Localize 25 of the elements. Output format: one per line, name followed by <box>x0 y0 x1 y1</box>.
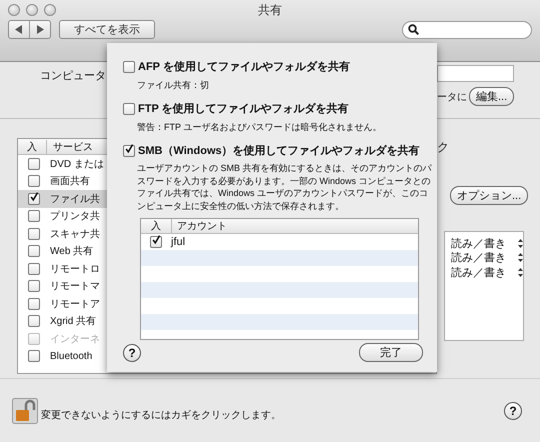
column-header: 入 <box>141 219 172 233</box>
option-description: ユーザアカウントの SMB 共有を有効にするときは、そのアカウントのパスワードを入力する必要があります。一部の Windows コンピュータとのファイル共有では、Windows ユーザのアカウントパスワードが、このコンピュータ上に安全性の低い方法で保存されます。 <box>137 162 433 212</box>
status-text: ク <box>437 139 449 156</box>
service-name: Xgrid 共有 <box>50 314 96 328</box>
option-description: ファイル共有：切 <box>137 79 210 92</box>
account-name: jful <box>171 236 186 248</box>
service-name: スキャナ共 <box>50 228 100 241</box>
service-name: リモートロ <box>50 262 100 276</box>
computer-name-label: コンピュータ <box>40 69 107 84</box>
window-title: 共有 <box>257 2 283 18</box>
column-header: サービス <box>52 140 93 154</box>
service-name: ファイル共 <box>50 192 100 206</box>
address-note-text: ータに <box>437 90 467 104</box>
service-name: プリンタ共 <box>50 210 100 224</box>
service-name: インターネ <box>50 332 100 346</box>
service-name: Bluetooth <box>50 350 92 362</box>
service-name: リモートマ <box>50 280 100 294</box>
column-header: アカウント <box>176 220 227 233</box>
service-name: Web 共有 <box>50 244 94 258</box>
option-description: 警告：FTP ユーザ名およびパスワードは暗号化されません。 <box>137 121 382 134</box>
lock-hint-text: 変更できないようにするにはカギをクリックします。 <box>41 408 281 422</box>
service-name: リモートア <box>50 298 100 311</box>
column-header: 入 <box>18 140 47 154</box>
service-name: DVD または <box>50 158 104 171</box>
service-name: 画面共有 <box>50 174 90 188</box>
